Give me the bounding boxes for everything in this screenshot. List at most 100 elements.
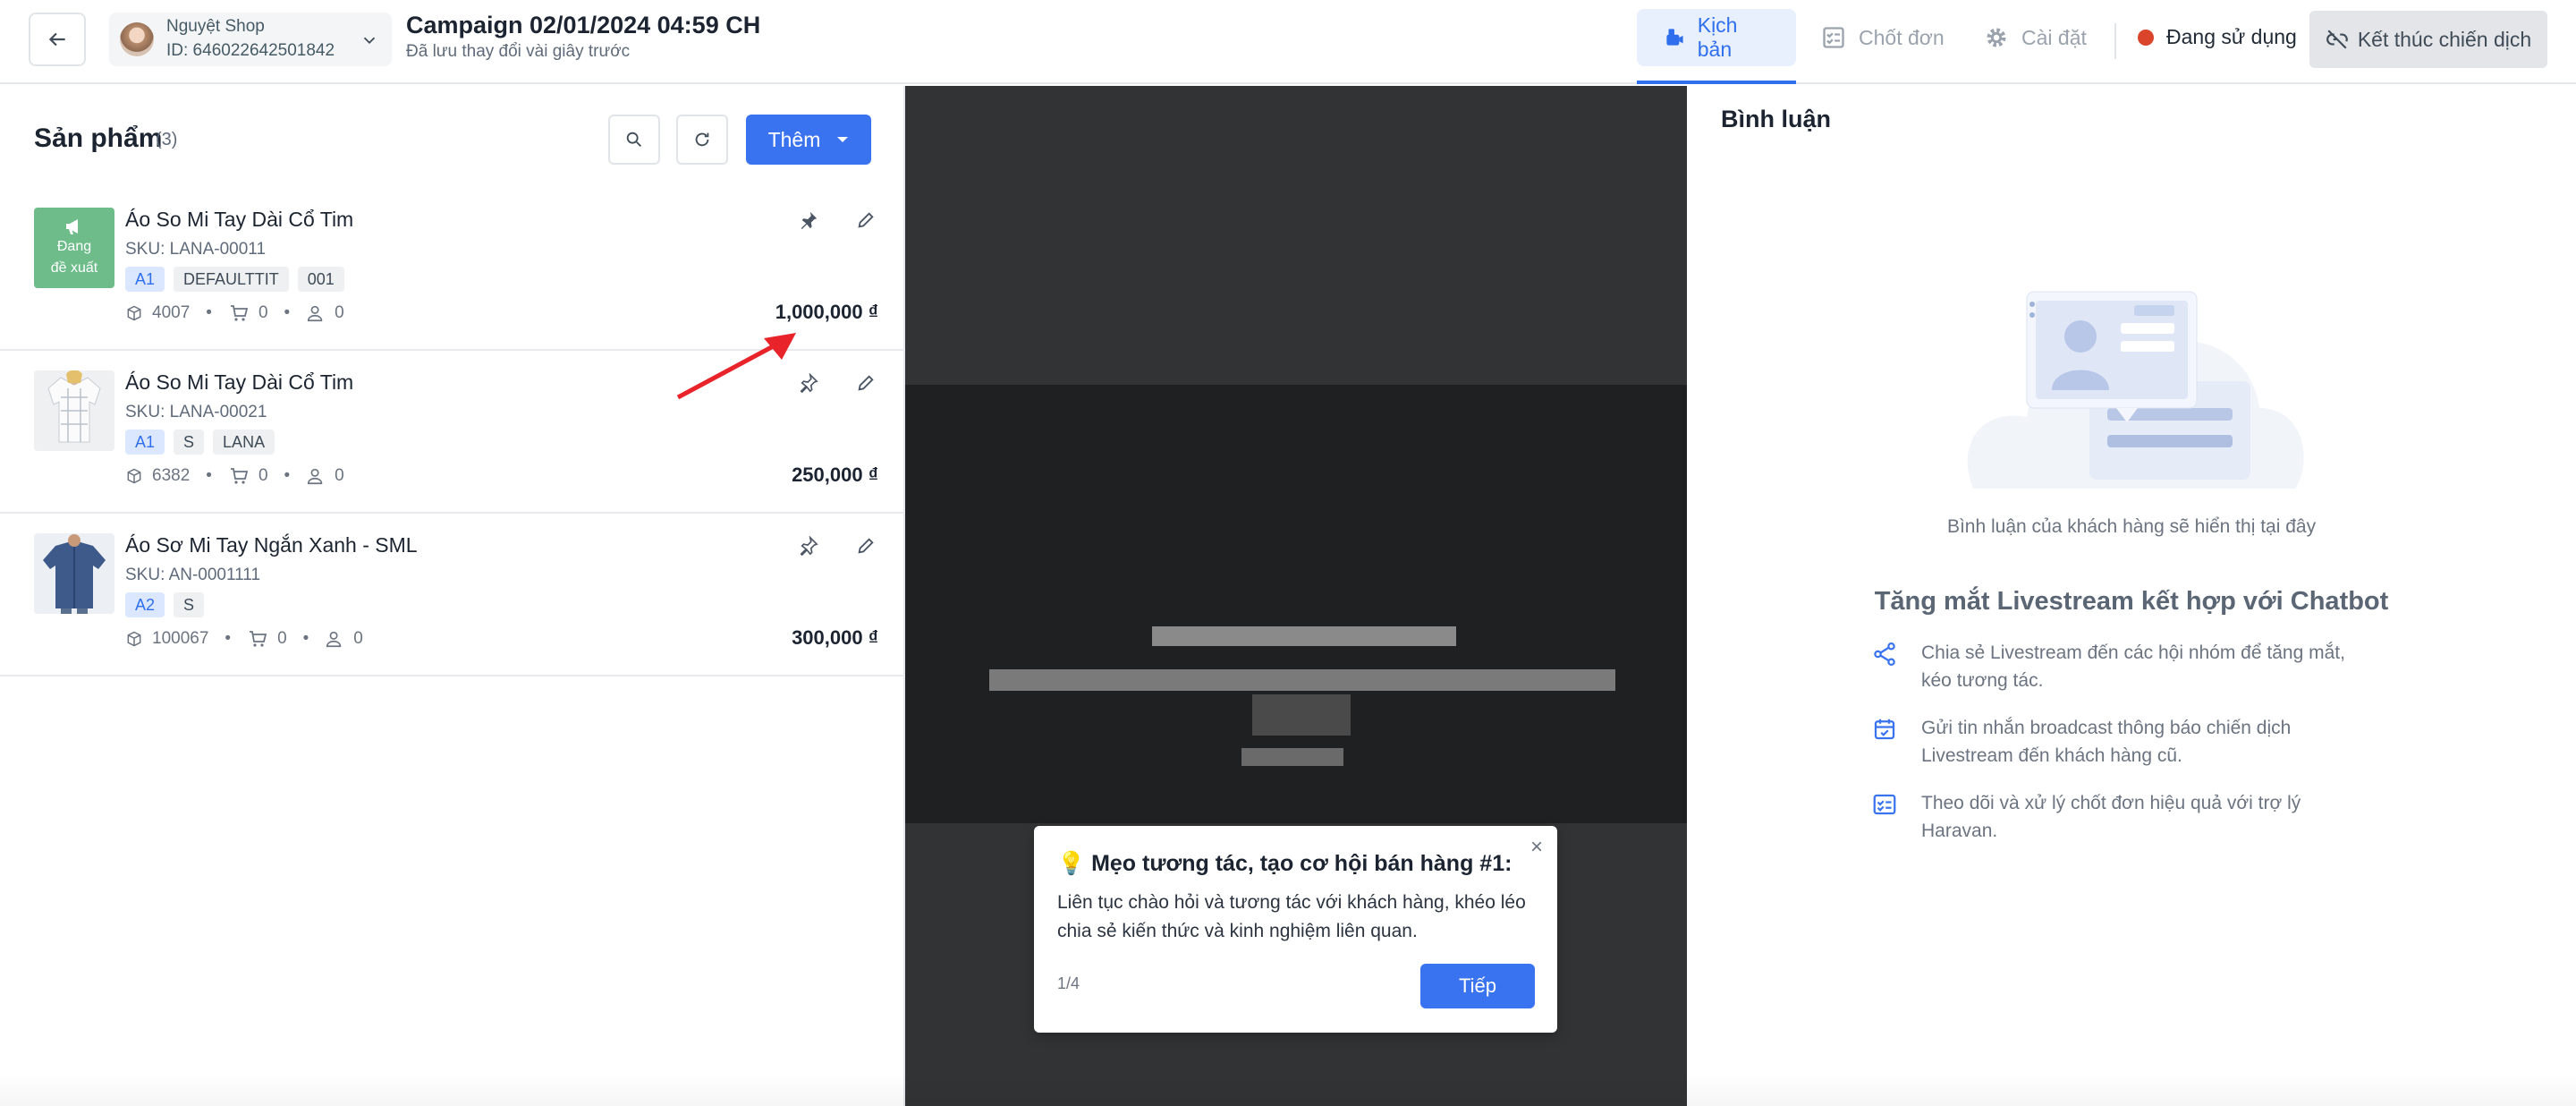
product-sku: SKU: LANA-00011 — [125, 240, 267, 259]
user-count: 0 — [353, 629, 363, 648]
link-off-icon — [2326, 30, 2348, 49]
cart-icon — [230, 305, 249, 321]
product-tag: A1 — [125, 430, 165, 455]
promo-item-text: Chia sẻ Livestream đến các hội nhóm để t… — [1921, 642, 2345, 691]
checklist-icon — [1823, 27, 1844, 48]
shop-selector[interactable]: Nguyệt Shop ID: 646022642501842 — [109, 13, 392, 66]
caret-down-icon — [837, 137, 849, 142]
pin-button[interactable] — [792, 530, 825, 562]
pin-filled-icon — [801, 211, 818, 230]
edit-button[interactable] — [850, 204, 882, 236]
product-tags: A1 S LANA — [125, 430, 275, 455]
back-button[interactable] — [29, 13, 86, 66]
arrow-left-icon — [48, 32, 65, 47]
featured-badge: Đang đề xuất — [34, 208, 114, 288]
box-icon — [127, 631, 141, 647]
cart-icon — [230, 468, 249, 484]
cart-icon — [250, 631, 267, 647]
search-icon — [626, 132, 641, 147]
product-row[interactable]: Áo Sơ Mi Tay Ngắn Xanh - SML SKU: AN-000… — [0, 514, 905, 676]
featured-label-1: Đang — [56, 239, 92, 254]
pencil-icon — [858, 538, 874, 554]
end-campaign-button[interactable]: Kết thúc chiến dịch — [2309, 11, 2547, 68]
megaphone-icon — [66, 219, 78, 234]
tip-step-indicator: 1/4 — [1057, 974, 1080, 992]
campaign-status: Đang sử dụng — [2138, 25, 2297, 49]
user-count: 0 — [335, 466, 344, 485]
tip-body: Liên tục chào hỏi và tương tác với khách… — [1057, 892, 1526, 941]
comments-title: Bình luận — [1721, 106, 1831, 132]
cart-count: 0 — [258, 303, 268, 322]
script-icon — [1666, 29, 1683, 46]
blurred-content — [1241, 748, 1343, 766]
edit-button[interactable] — [850, 367, 882, 399]
product-sku: SKU: AN-0001111 — [125, 566, 261, 584]
shop-name: Nguyệt Shop — [166, 17, 265, 36]
search-button[interactable] — [608, 115, 660, 165]
tab-script-label: Kịch bản — [1697, 13, 1738, 61]
promo-item-text: Theo dõi và xử lý chốt đơn hiệu quả với … — [1921, 793, 2301, 841]
refresh-button[interactable] — [676, 115, 728, 165]
annotation-arrow — [676, 333, 796, 400]
pin-button[interactable] — [792, 204, 825, 236]
stock-count: 4007 — [152, 303, 191, 322]
checklist-icon — [1871, 789, 1902, 845]
close-icon[interactable]: × — [1530, 835, 1543, 860]
products-panel: Sản phẩm (3) Thêm Đang đề xuất Áo So Mi … — [0, 86, 905, 1106]
user-icon — [308, 468, 323, 485]
product-tag: A2 — [125, 592, 165, 617]
cart-count: 0 — [277, 629, 287, 648]
tab-orders[interactable]: Chốt đơn — [1796, 9, 1970, 66]
product-name: Áo Sơ Mi Tay Ngắn Xanh - SML — [125, 533, 418, 557]
shop-id: ID: 646022642501842 — [166, 41, 335, 60]
stock-count: 6382 — [152, 466, 191, 485]
comments-panel: Bình luận Bình luận của khách hàng sẽ hi… — [1687, 86, 2576, 1106]
blurred-content — [1252, 694, 1351, 736]
gear-icon — [1987, 28, 2006, 47]
product-price: 250,000 ₫ — [792, 464, 878, 486]
stock-count: 100067 — [152, 629, 209, 648]
product-sku: SKU: LANA-00021 — [125, 403, 267, 421]
product-price: 300,000 ₫ — [792, 626, 878, 649]
product-tag: 001 — [297, 267, 344, 292]
tab-settings-label: Cài đặt — [2021, 25, 2087, 49]
promo-title: Tăng mắt Livestream kết hợp với Chatbot — [1874, 587, 2389, 616]
shirt-image — [47, 370, 101, 443]
product-stats: 6382 • 0 • 0 — [125, 465, 344, 487]
add-product-button[interactable]: Thêm — [746, 115, 871, 165]
empty-comments-illustration — [1967, 291, 2304, 489]
product-tag: DEFAULTTIT — [174, 267, 289, 292]
tip-title: 💡 Mẹo tương tác, tạo cơ hội bán hàng #1: — [1057, 851, 1513, 876]
active-tab-indicator — [1637, 81, 1796, 84]
bottom-shadow — [0, 1074, 2576, 1106]
product-thumbnail — [34, 533, 114, 614]
video-frame — [905, 385, 1687, 823]
chevron-down-icon — [363, 37, 376, 45]
tab-script[interactable]: Kịch bản — [1637, 9, 1796, 66]
user-count: 0 — [335, 303, 344, 322]
products-title: Sản phẩm — [34, 123, 163, 153]
product-name: Áo So Mi Tay Dài Cổ Tim — [125, 208, 354, 231]
featured-label-2: đề xuất — [50, 260, 98, 276]
blurred-content — [989, 669, 1615, 691]
add-product-label: Thêm — [767, 127, 821, 151]
top-bar: Nguyệt Shop ID: 646022642501842 Campaign… — [0, 0, 2576, 84]
pencil-icon — [858, 212, 874, 228]
promo-item: Theo dõi và xử lý chốt đơn hiệu quả với … — [1871, 789, 2372, 845]
user-icon — [326, 631, 342, 648]
box-icon — [127, 468, 141, 484]
tab-settings[interactable]: Cài đặt — [1959, 9, 2112, 66]
status-dot — [2138, 29, 2154, 46]
promo-item: Gửi tin nhắn broadcast thông báo chiến d… — [1871, 714, 2372, 770]
shop-avatar — [120, 22, 154, 56]
user-icon — [308, 305, 323, 322]
promo-item-text: Gửi tin nhắn broadcast thông báo chiến d… — [1921, 718, 2292, 766]
product-thumbnail — [34, 370, 114, 451]
tip-next-button[interactable]: Tiếp — [1420, 964, 1535, 1008]
empty-comments-text: Bình luận của khách hàng sẽ hiển thị tại… — [1946, 516, 2317, 537]
edit-button[interactable] — [850, 530, 882, 562]
pin-icon — [800, 536, 818, 556]
save-status: Đã lưu thay đổi vài giây trước — [406, 42, 631, 61]
share-icon — [1871, 639, 1902, 694]
status-label: Đang sử dụng — [2166, 25, 2297, 48]
